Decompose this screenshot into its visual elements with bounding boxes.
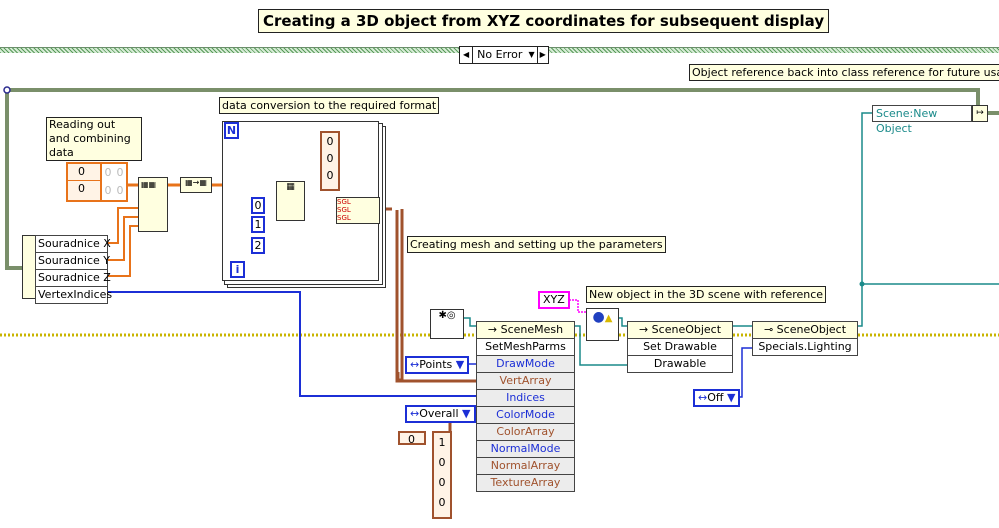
unbundle-handle[interactable] [22, 235, 36, 299]
color-mode-enum[interactable]: ↔Overall ▼ [405, 405, 476, 423]
to-more-generic-class-node[interactable]: ↦ [972, 105, 988, 122]
array-cell[interactable]: 0 [114, 182, 126, 200]
scene-mesh-invoke-node[interactable]: → SceneMesh SetMeshParms DrawMode VertAr… [476, 321, 575, 492]
increment-arrow-icon[interactable]: ▶ [536, 47, 548, 63]
dropdown-arrow-icon[interactable]: ▼ [526, 47, 536, 63]
type-label: SGL [337, 198, 351, 206]
array-element[interactable]: 1 [434, 433, 450, 453]
param-drawmode[interactable]: DrawMode [477, 356, 574, 373]
enum-arrows-icon: ↔ [410, 358, 420, 371]
2d-array-constant[interactable]: 0 0 0 0 [100, 162, 128, 202]
unbundle-item-z[interactable]: Souradnice Z [36, 270, 111, 287]
array-index-display[interactable]: 0 0 [66, 162, 102, 202]
array-element[interactable]: 0 [434, 453, 450, 473]
array-element[interactable]: 0 [434, 493, 450, 513]
y-wire [108, 216, 138, 261]
diagram-title: Creating a 3D object from XYZ coordinate… [258, 9, 830, 33]
unbundle-item-indices[interactable]: VertexIndices [36, 287, 112, 303]
array-element[interactable]: 0 [322, 167, 338, 184]
method-arrow-icon: → [487, 323, 501, 336]
color-array-constant[interactable]: 1 0 0 0 [432, 431, 452, 519]
xyz-string-constant[interactable]: XYZ [538, 291, 570, 309]
unbundle-by-name[interactable]: Souradnice X Souradnice Y Souradnice Z V… [35, 235, 112, 304]
comment-new-object: New object in the 3D scene with referenc… [586, 286, 827, 303]
array-cell[interactable]: 0 [114, 164, 126, 182]
cluster-array-constant[interactable]: 0 0 0 [320, 131, 340, 191]
error-case-selector[interactable]: ◀ No Error ▼ ▶ [459, 46, 549, 64]
mesh-icon: ✱◎ [438, 310, 456, 321]
scene-mesh-method[interactable]: SetMeshParms [477, 339, 574, 356]
param-normalarray[interactable]: NormalArray [477, 458, 574, 475]
property-specials-lighting[interactable]: Specials.Lighting [753, 339, 857, 355]
index-constant[interactable]: 1 [251, 216, 265, 233]
unbundle-item-x[interactable]: Souradnice X [36, 236, 111, 253]
dropdown-arrow-icon: ▼ [726, 391, 736, 404]
index-array-node[interactable]: ▦ [276, 181, 305, 221]
error-case-value: No Error [472, 47, 526, 63]
scene-new-object-bundle[interactable]: Scene:New Object [872, 105, 972, 135]
draw-mode-enum[interactable]: ↔Points ▼ [405, 356, 470, 374]
type-label: SGL [337, 214, 351, 222]
dropdown-arrow-icon: ▼ [462, 407, 471, 420]
param-colormode[interactable]: ColorMode [477, 407, 574, 424]
dropdown-arrow-icon: ▼ [455, 358, 465, 371]
vert-array-wire [380, 207, 404, 382]
array-cell[interactable]: 0 [102, 164, 114, 182]
array-element[interactable]: 0 [322, 150, 338, 167]
array-element[interactable]: 0 [434, 473, 450, 493]
color-array-index[interactable]: 0 [398, 431, 426, 446]
param-drawable[interactable]: Drawable [628, 356, 732, 372]
array-icon: ▦ [286, 182, 295, 192]
scene-object-icon: ● [592, 309, 605, 325]
param-indices[interactable]: Indices [477, 390, 574, 407]
scene-object-header: → SceneObject [628, 322, 732, 339]
class-ref-wire [7, 88, 980, 108]
loop-iteration-terminal[interactable]: i [230, 261, 245, 278]
transpose-array-node[interactable]: ▦→▦ [180, 177, 212, 193]
method-arrow-icon: → [638, 323, 652, 336]
array-icon: ▦▦ [141, 180, 157, 189]
comment-mesh: Creating mesh and setting up the paramet… [407, 236, 666, 253]
enum-arrows-icon: ↔ [698, 391, 708, 404]
scene-object-property-node[interactable]: ⊸ SceneObject Specials.Lighting [752, 321, 858, 356]
unbundle-item-y[interactable]: Souradnice Y [36, 253, 110, 270]
lighting-enum[interactable]: ↔Off ▼ [693, 389, 741, 407]
scene-object-method[interactable]: Set Drawable [628, 339, 732, 356]
index-constant[interactable]: 2 [251, 237, 265, 254]
scene-object-prop-header: ⊸ SceneObject [753, 322, 857, 339]
enum-arrows-icon: ↔ [410, 407, 420, 420]
index-constant[interactable]: 0 [251, 197, 265, 214]
property-key-icon: ⊸ [763, 323, 777, 336]
param-colorarray[interactable]: ColorArray [477, 424, 574, 441]
transpose-icon: ▦→▦ [185, 178, 207, 187]
comment-object-ref: Object reference back into class referen… [689, 64, 999, 81]
type-label: SGL [337, 206, 351, 214]
loop-count-terminal[interactable]: N [224, 122, 239, 139]
param-normalmode[interactable]: NormalMode [477, 441, 574, 458]
scene-mesh-header: → SceneMesh [477, 322, 574, 339]
param-vertarray[interactable]: VertArray [477, 373, 574, 390]
row-index[interactable]: 0 [68, 164, 100, 181]
scene-object-invoke-node[interactable]: → SceneObject Set Drawable Drawable [627, 321, 733, 373]
col-index[interactable]: 0 [68, 181, 100, 197]
param-texturearray[interactable]: TextureArray [477, 475, 574, 491]
comment-reading: Reading out and combining data [46, 117, 142, 161]
array-element[interactable]: 0 [322, 133, 338, 150]
bundle-node[interactable]: SGL SGL SGL [336, 197, 380, 224]
array-cell[interactable]: 0 [102, 182, 114, 200]
arrow-icon: ↦ [976, 108, 984, 118]
new-scene-mesh-node[interactable]: ✱◎ [430, 309, 464, 339]
comment-conversion: data conversion to the required format [219, 97, 440, 114]
build-array-node[interactable]: ▦▦ [138, 177, 168, 232]
wire-junction [3, 86, 11, 94]
new-scene-object-node[interactable]: ●▲ [586, 308, 619, 341]
decrement-arrow-icon[interactable]: ◀ [460, 47, 472, 63]
